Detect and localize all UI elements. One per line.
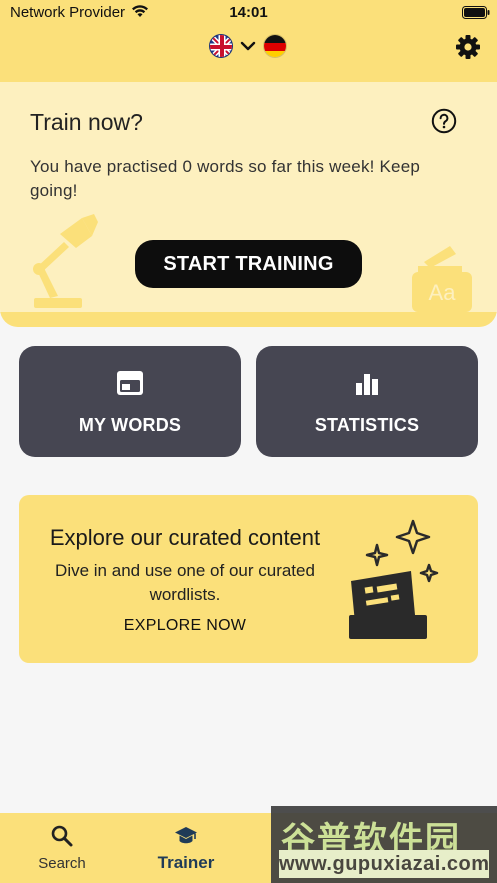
statistics-label: STATISTICS [314,415,420,435]
font-book-illustration: Aa [412,246,472,312]
help-icon[interactable] [431,108,457,134]
my-words-tile[interactable]: MY WORDS [19,346,241,457]
uk-flag-icon [209,34,233,58]
tab-search-label: Search [38,855,86,872]
watermark: 谷普软件园 www.gupuxiazai.com [271,806,497,883]
clock: 14:01 [229,4,268,21]
tab-trainer[interactable]: Trainer [124,813,248,883]
sparkle-box-illustration [349,519,439,639]
search-icon [51,825,73,847]
language-switcher[interactable] [209,34,289,60]
desk-lamp-illustration [33,214,98,308]
app-header [0,26,497,82]
word-box-icon [117,371,143,395]
my-words-label: MY WORDS [78,415,182,435]
statistics-tile[interactable]: STATISTICS [256,346,478,457]
explore-description: Dive in and use one of our curated wordl… [55,561,315,604]
tab-trainer-label: Trainer [157,853,215,872]
graduation-cap-icon [175,827,197,844]
svg-text:Aa: Aa [429,280,457,305]
train-now-title: Train now? [30,109,143,135]
weekly-progress-text: You have practised 0 words so far this w… [30,157,421,200]
bar-chart-icon [356,374,378,395]
status-bar: Network Provider 14:01 [0,0,497,26]
chevron-down-icon [240,41,256,51]
german-flag-icon [263,34,287,58]
explore-now-link[interactable]: EXPLORE NOW [19,617,351,635]
explore-curated-card[interactable]: Explore our curated content Dive in and … [19,495,478,663]
explore-title: Explore our curated content [49,525,321,550]
train-now-card: Train now? You have practised 0 words so… [0,82,497,327]
battery-icon [462,6,490,19]
gear-icon[interactable] [455,34,481,60]
tab-search[interactable]: Search [0,813,124,883]
start-training-button[interactable]: START TRAINING [135,240,362,288]
watermark-url: www.gupuxiazai.com [279,850,489,878]
floor-strip [0,312,497,327]
